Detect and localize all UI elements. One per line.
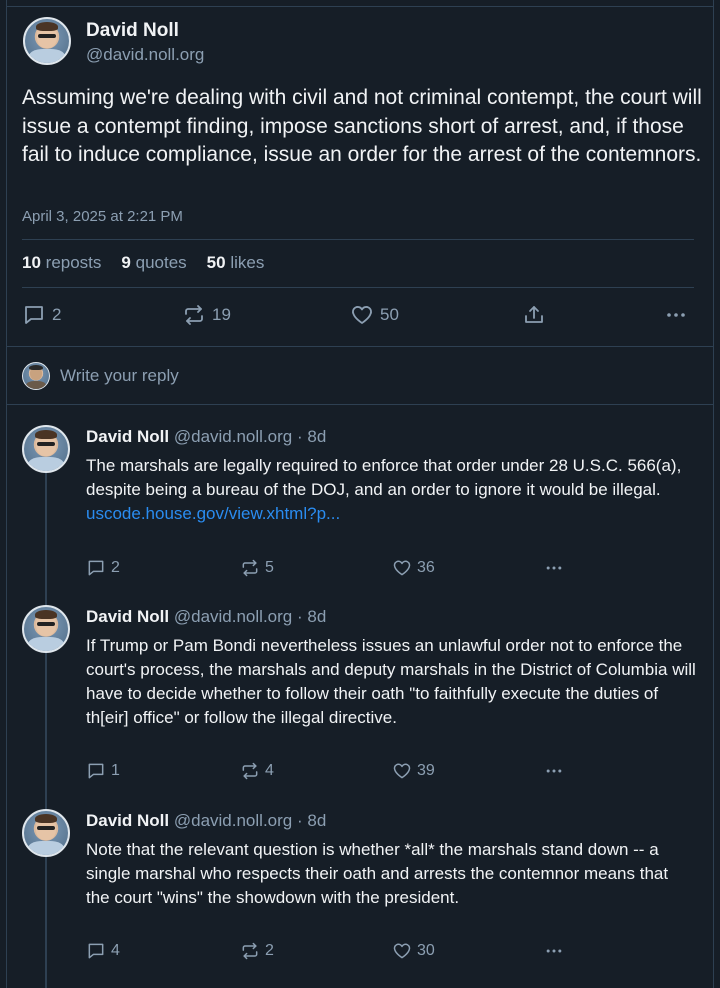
repost-arrows-icon: [242, 942, 258, 960]
reply-text: If Trump or Pam Bondi nevertheless issue…: [86, 636, 696, 727]
avatar[interactable]: [22, 605, 70, 653]
repost-button[interactable]: 4: [240, 761, 274, 781]
speech-bubble-icon: [88, 560, 104, 576]
post-age[interactable]: · 8d: [297, 811, 326, 830]
reply-actions: 1 4 39: [86, 761, 576, 783]
reply-input[interactable]: Write your reply: [60, 366, 179, 386]
post-age[interactable]: · 8d: [297, 427, 326, 446]
more-options-button[interactable]: [544, 558, 564, 578]
author-name[interactable]: David Noll: [86, 427, 169, 446]
reply-button[interactable]: 2: [86, 558, 120, 578]
speech-bubble-icon: [88, 943, 104, 959]
repost-arrows-icon: [242, 559, 258, 577]
like-button[interactable]: 36: [392, 558, 435, 578]
author-handle[interactable]: @david.noll.org: [86, 45, 204, 65]
post-text: Assuming we're dealing with civil and no…: [22, 86, 702, 166]
more-dots-icon: [546, 949, 562, 953]
reply-text: Note that the relevant question is wheth…: [86, 840, 669, 907]
heart-icon: [393, 763, 411, 779]
author-name[interactable]: David Noll: [86, 811, 169, 830]
repost-arrows-icon: [185, 305, 203, 325]
reply-button[interactable]: 2: [22, 303, 61, 327]
share-upload-icon: [525, 306, 543, 323]
reposts-stat[interactable]: 10 reposts: [22, 253, 101, 273]
like-button[interactable]: 50: [350, 303, 399, 327]
divider: [6, 346, 714, 347]
repost-button[interactable]: 2: [240, 941, 274, 961]
author-handle[interactable]: @david.noll.org: [174, 811, 292, 830]
post-stats: 10 reposts 9 quotes 50 likes: [22, 253, 264, 273]
post-actions: 2 19 50: [22, 303, 698, 329]
repost-arrows-icon: [242, 762, 258, 780]
repost-count: 19: [212, 305, 231, 324]
like-button[interactable]: 39: [392, 761, 435, 781]
reply-count: 2: [52, 305, 62, 324]
more-options-button[interactable]: [544, 941, 564, 961]
author-handle[interactable]: @david.noll.org: [174, 607, 292, 626]
divider: [6, 404, 714, 405]
reply-button[interactable]: 4: [86, 941, 120, 961]
post-age[interactable]: · 8d: [297, 607, 326, 626]
heart-icon: [352, 306, 372, 324]
like-button[interactable]: 30: [392, 941, 435, 961]
more-options-button[interactable]: [664, 303, 688, 327]
link[interactable]: uscode.house.gov/view.xhtml?p...: [86, 504, 340, 523]
more-dots-icon: [546, 566, 562, 570]
avatar[interactable]: [23, 17, 71, 65]
reply-text: The marshals are legally required to enf…: [86, 456, 682, 523]
own-avatar: [22, 362, 50, 390]
avatar[interactable]: [22, 809, 70, 857]
reply-actions: 4 2 30: [86, 941, 576, 963]
repost-button[interactable]: 5: [240, 558, 274, 578]
reply-header: David Noll @david.noll.org · 8d: [86, 811, 326, 831]
quotes-stat[interactable]: 9 quotes: [121, 253, 186, 273]
author-name[interactable]: David Noll: [86, 607, 169, 626]
reply-header: David Noll @david.noll.org · 8d: [86, 427, 326, 447]
share-button[interactable]: [522, 303, 546, 327]
reply-actions: 2 5 36: [86, 558, 576, 580]
author-name[interactable]: David Noll: [86, 20, 179, 42]
heart-icon: [393, 560, 411, 576]
thread-connector-line: [45, 470, 47, 988]
top-border: [6, 6, 714, 7]
more-dots-icon: [667, 313, 685, 317]
avatar[interactable]: [22, 425, 70, 473]
author-handle[interactable]: @david.noll.org: [174, 427, 292, 446]
post-timestamp[interactable]: April 3, 2025 at 2:21 PM: [22, 208, 183, 225]
speech-bubble-icon: [88, 763, 104, 779]
divider: [22, 287, 694, 288]
speech-bubble-icon: [25, 306, 43, 324]
more-dots-icon: [546, 769, 562, 773]
reply-header: David Noll @david.noll.org · 8d: [86, 607, 326, 627]
divider: [22, 239, 694, 240]
more-options-button[interactable]: [544, 761, 564, 781]
repost-button[interactable]: 19: [182, 303, 231, 327]
reply-button[interactable]: 1: [86, 761, 120, 781]
heart-icon: [393, 943, 411, 959]
likes-stat[interactable]: 50 likes: [207, 253, 265, 273]
like-count: 50: [380, 305, 399, 324]
